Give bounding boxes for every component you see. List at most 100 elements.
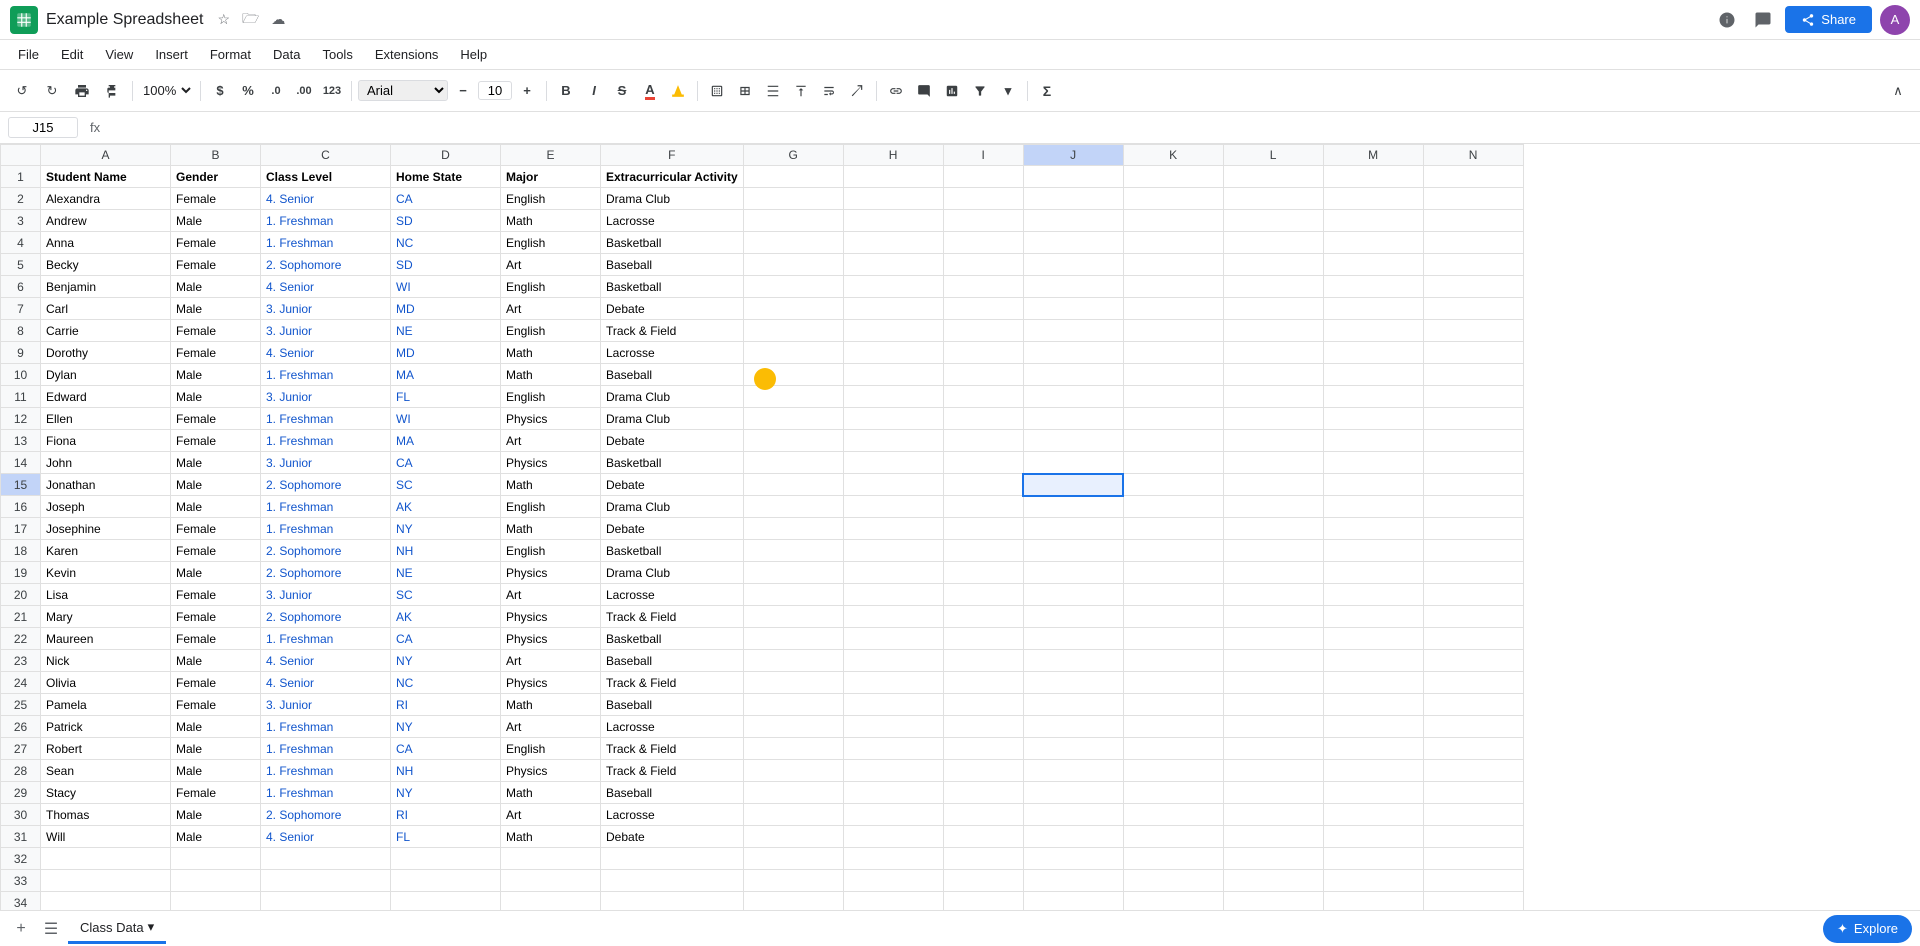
cell-r31-c4[interactable]: FL (391, 826, 501, 848)
cell-r9-c9[interactable] (943, 342, 1023, 364)
cell-r6-c1[interactable]: Benjamin (41, 276, 171, 298)
cell-r32-c10[interactable] (1023, 848, 1123, 870)
cell-r4-c13[interactable] (1323, 232, 1423, 254)
cell-r21-c14[interactable] (1423, 606, 1523, 628)
col-header-b[interactable]: B (171, 145, 261, 166)
cell-r3-c6[interactable]: Lacrosse (601, 210, 744, 232)
cell-r20-c4[interactable]: SC (391, 584, 501, 606)
cell-r10-c12[interactable] (1223, 364, 1323, 386)
cell-r34-c13[interactable] (1323, 892, 1423, 911)
cell-r15-c11[interactable] (1123, 474, 1223, 496)
cell-r26-c8[interactable] (843, 716, 943, 738)
cell-r15-c5[interactable]: Math (501, 474, 601, 496)
cell-r27-c5[interactable]: English (501, 738, 601, 760)
cell-r5-c8[interactable] (843, 254, 943, 276)
cell-r30-c8[interactable] (843, 804, 943, 826)
cell-r11-c6[interactable]: Drama Club (601, 386, 744, 408)
cell-r8-c8[interactable] (843, 320, 943, 342)
cell-r13-c9[interactable] (943, 430, 1023, 452)
cell-r24-c7[interactable] (743, 672, 843, 694)
star-icon[interactable]: ☆ (217, 11, 230, 28)
cell-r11-c2[interactable]: Male (171, 386, 261, 408)
cell-r5-c5[interactable]: Art (501, 254, 601, 276)
cell-r6-c14[interactable] (1423, 276, 1523, 298)
cell-r22-c5[interactable]: Physics (501, 628, 601, 650)
col-header-g[interactable]: G (743, 145, 843, 166)
cell-r27-c11[interactable] (1123, 738, 1223, 760)
cell-r3-c10[interactable] (1023, 210, 1123, 232)
table-row[interactable]: 21MaryFemale2. SophomoreAKPhysicsTrack &… (1, 606, 1524, 628)
cell-r30-c3[interactable]: 2. Sophomore (261, 804, 391, 826)
cell-r25-c12[interactable] (1223, 694, 1323, 716)
cell-r19-c13[interactable] (1323, 562, 1423, 584)
table-row[interactable]: 19KevinMale2. SophomoreNEPhysicsDrama Cl… (1, 562, 1524, 584)
cell-r5-c1[interactable]: Becky (41, 254, 171, 276)
cell-r23-c14[interactable] (1423, 650, 1523, 672)
cell-r14-c9[interactable] (943, 452, 1023, 474)
cell-r31-c8[interactable] (843, 826, 943, 848)
cell-r32-c3[interactable] (261, 848, 391, 870)
table-row[interactable]: 6BenjaminMale4. SeniorWIEnglishBasketbal… (1, 276, 1524, 298)
cell-r11-c8[interactable] (843, 386, 943, 408)
cell-r21-c13[interactable] (1323, 606, 1423, 628)
cell-r23-c7[interactable] (743, 650, 843, 672)
cell-r23-c1[interactable]: Nick (41, 650, 171, 672)
cell-r12-c10[interactable] (1023, 408, 1123, 430)
bold-button[interactable]: B (553, 78, 579, 104)
cell-r20-c3[interactable]: 3. Junior (261, 584, 391, 606)
cell-r29-c12[interactable] (1223, 782, 1323, 804)
cell-r23-c5[interactable]: Art (501, 650, 601, 672)
cell-r2-c6[interactable]: Drama Club (601, 188, 744, 210)
col-header-e[interactable]: E (501, 145, 601, 166)
cell-r32-c9[interactable] (943, 848, 1023, 870)
cell-r5-c9[interactable] (943, 254, 1023, 276)
cell-r19-c11[interactable] (1123, 562, 1223, 584)
cell-r8-c12[interactable] (1223, 320, 1323, 342)
cell-r5-c12[interactable] (1223, 254, 1323, 276)
cell-r25-c5[interactable]: Math (501, 694, 601, 716)
cell-r17-c12[interactable] (1223, 518, 1323, 540)
cell-r5-c2[interactable]: Female (171, 254, 261, 276)
cell-r27-c12[interactable] (1223, 738, 1323, 760)
cell-r6-c13[interactable] (1323, 276, 1423, 298)
cell-r4-c5[interactable]: English (501, 232, 601, 254)
cell-r7-c10[interactable] (1023, 298, 1123, 320)
cell-r22-c2[interactable]: Female (171, 628, 261, 650)
cell-r5-c4[interactable]: SD (391, 254, 501, 276)
cell-r22-c1[interactable]: Maureen (41, 628, 171, 650)
table-row[interactable]: 8CarrieFemale3. JuniorNEEnglishTrack & F… (1, 320, 1524, 342)
cell-r24-c4[interactable]: NC (391, 672, 501, 694)
cell-r4-c1[interactable]: Anna (41, 232, 171, 254)
cell-r12-c13[interactable] (1323, 408, 1423, 430)
font-size-decrease-button[interactable]: − (450, 78, 476, 104)
cell-r8-c7[interactable] (743, 320, 843, 342)
cell-r8-c1[interactable]: Carrie (41, 320, 171, 342)
cell-r21-c5[interactable]: Physics (501, 606, 601, 628)
cell-r1-c1[interactable]: Student Name (41, 166, 171, 188)
cell-r34-c8[interactable] (843, 892, 943, 911)
cell-r17-c8[interactable] (843, 518, 943, 540)
explore-button[interactable]: ✦ Explore (1823, 915, 1912, 943)
merge-cells-button[interactable] (732, 78, 758, 104)
cell-r17-c5[interactable]: Math (501, 518, 601, 540)
table-row[interactable]: 12EllenFemale1. FreshmanWIPhysicsDrama C… (1, 408, 1524, 430)
cell-r14-c11[interactable] (1123, 452, 1223, 474)
cell-r20-c10[interactable] (1023, 584, 1123, 606)
cell-r3-c11[interactable] (1123, 210, 1223, 232)
cell-r3-c13[interactable] (1323, 210, 1423, 232)
cell-r29-c7[interactable] (743, 782, 843, 804)
cell-r34-c9[interactable] (943, 892, 1023, 911)
cell-r14-c8[interactable] (843, 452, 943, 474)
cell-r33-c1[interactable] (41, 870, 171, 892)
cell-r4-c4[interactable]: NC (391, 232, 501, 254)
cell-r16-c2[interactable]: Male (171, 496, 261, 518)
cell-r34-c3[interactable] (261, 892, 391, 911)
cell-r20-c7[interactable] (743, 584, 843, 606)
cell-r9-c13[interactable] (1323, 342, 1423, 364)
cell-r24-c9[interactable] (943, 672, 1023, 694)
cell-r10-c4[interactable]: MA (391, 364, 501, 386)
cell-r14-c6[interactable]: Basketball (601, 452, 744, 474)
comment-button[interactable] (911, 78, 937, 104)
cell-r34-c1[interactable] (41, 892, 171, 911)
cell-r4-c3[interactable]: 1. Freshman (261, 232, 391, 254)
